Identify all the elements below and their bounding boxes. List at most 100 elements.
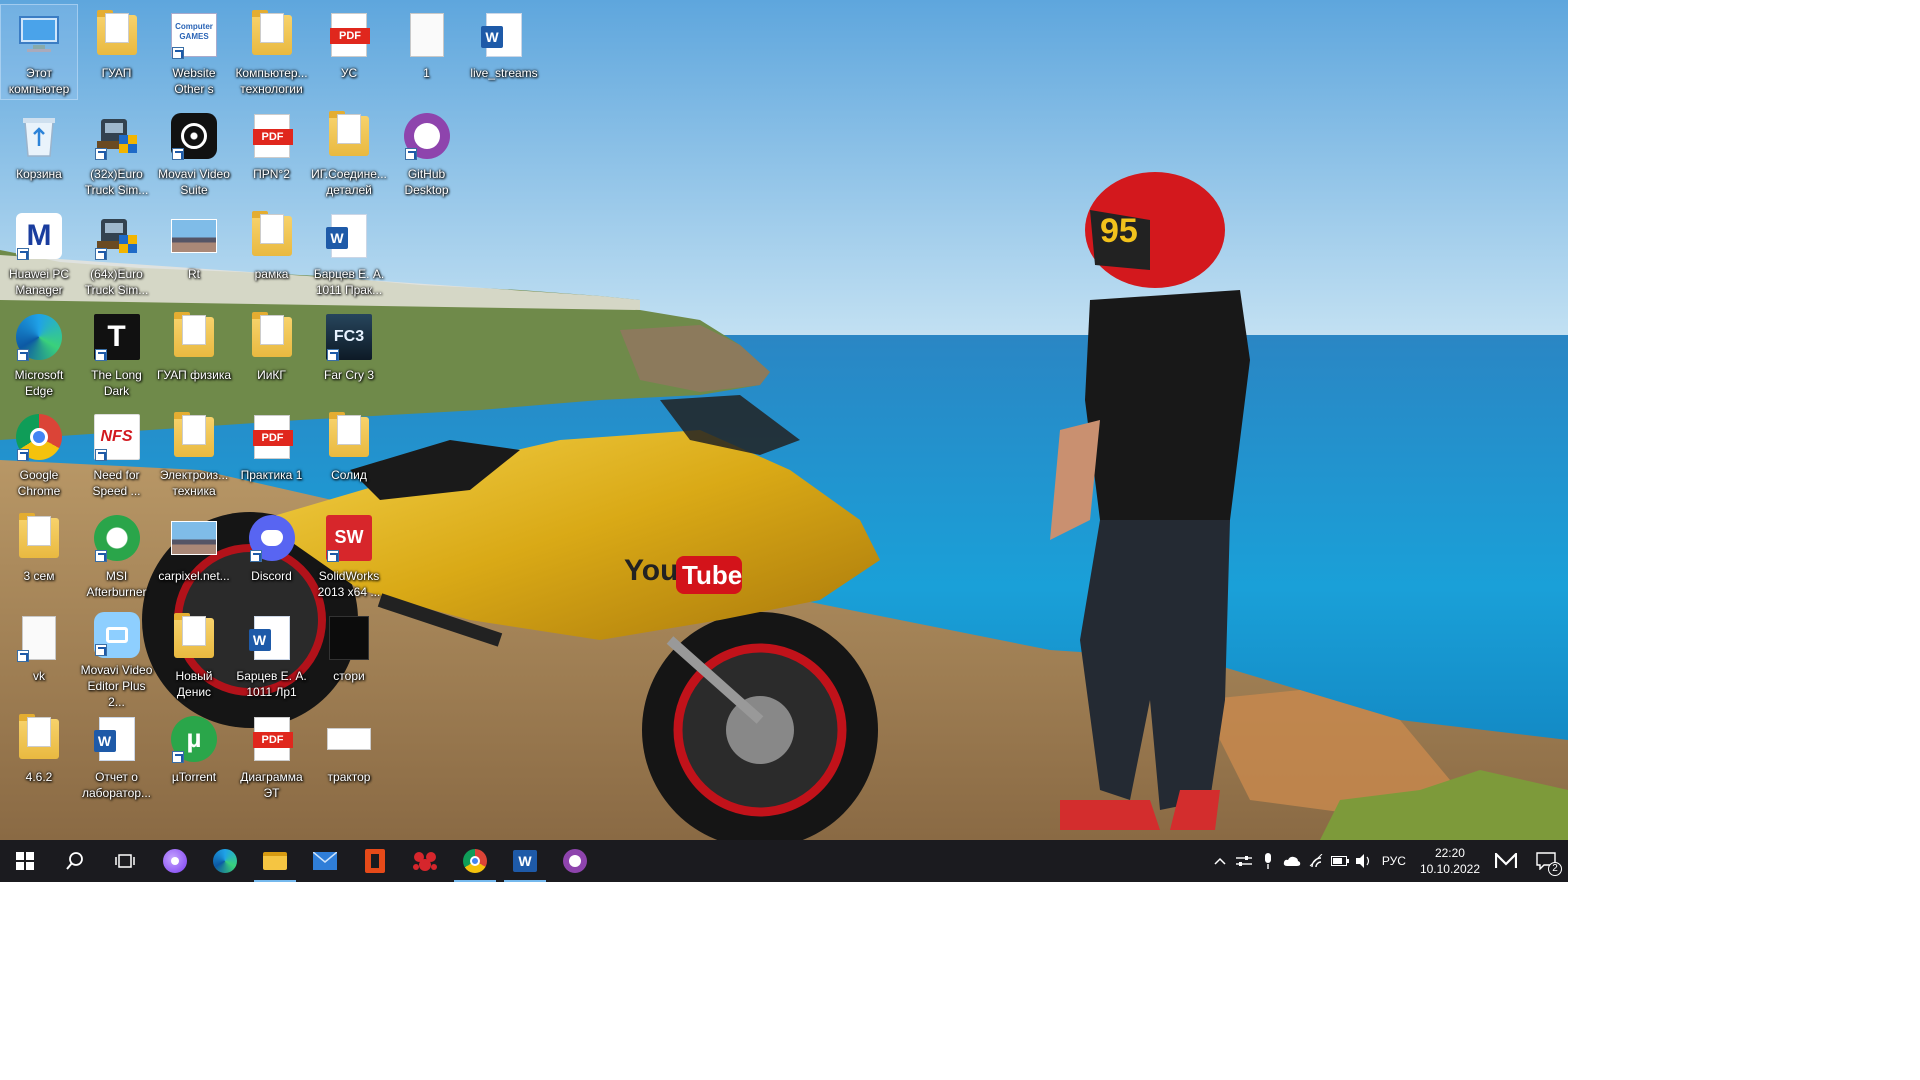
- desktop-icon-label: carpixel.net...: [158, 568, 230, 583]
- desktop-icon-recycle-bin[interactable]: Корзина: [0, 105, 78, 201]
- shortcut-arrow-icon: [94, 248, 107, 260]
- desktop-icon-label: Microsoft Edge: [14, 367, 64, 398]
- bike-text-you: You: [624, 554, 678, 587]
- tray-onedrive-icon[interactable]: [1280, 840, 1304, 882]
- tray-sliders-icon[interactable]: [1232, 840, 1256, 882]
- tray-microphone-icon[interactable]: [1256, 840, 1280, 882]
- taskbar-github-button[interactable]: [550, 840, 600, 882]
- tray-volume-icon[interactable]: [1352, 840, 1376, 882]
- desktop-icon-euro-truck-32[interactable]: (32x)Euro Truck Sim...: [78, 105, 156, 201]
- desktop-icon-label: Диаграмма ЭТ: [240, 769, 303, 800]
- desktop-icon-elektro[interactable]: Электроиз... техника: [155, 406, 233, 502]
- desktop-icon-label: (32x)Euro Truck Sim...: [84, 166, 149, 197]
- start-button[interactable]: [0, 840, 50, 882]
- desktop-icon-nfs[interactable]: NFS Need for Speed ...: [78, 406, 156, 502]
- taskbar-red-app-button[interactable]: [400, 840, 450, 882]
- desktop-icon-label: Электроиз... техника: [159, 468, 229, 498]
- desktop-icon-label: 4.6.2: [25, 769, 53, 784]
- taskbar-edge-button[interactable]: [200, 840, 250, 882]
- shortcut-arrow-icon: [17, 650, 29, 662]
- desktop-icon-ig-soed[interactable]: ИГ.Соедине... деталей: [310, 105, 388, 201]
- tray-battery-icon[interactable]: [1328, 840, 1352, 882]
- shortcut-arrow-icon: [94, 147, 107, 160]
- desktop-icon-long-dark[interactable]: T The Long Dark: [78, 306, 156, 402]
- desktop-icon-stori[interactable]: стори: [310, 607, 388, 703]
- desktop-icon-website-other[interactable]: Computer GAMES Website Other s: [155, 4, 233, 100]
- tray-huawei-m-icon[interactable]: [1488, 840, 1524, 882]
- shortcut-arrow-icon: [17, 248, 29, 260]
- desktop-icon-this-pc[interactable]: Этот компьютер: [0, 4, 78, 100]
- taskbar-mail-button[interactable]: [300, 840, 350, 882]
- desktop-icon-file-1[interactable]: 1: [388, 4, 466, 100]
- taskbar-explorer-button[interactable]: [250, 840, 300, 882]
- desktop-icon-vk[interactable]: vk: [0, 607, 78, 703]
- desktop-icon-label: Барцев Е. А. 1011 Лр1: [236, 669, 307, 699]
- desktop-icon-live-streams[interactable]: Wlive_streams: [465, 4, 543, 100]
- tray-chevron-up-icon[interactable]: [1208, 840, 1232, 882]
- desktop-icon-github-desktop[interactable]: GitHub Desktop: [388, 105, 466, 201]
- desktop-icon-ramka[interactable]: рамка: [233, 205, 311, 301]
- shortcut-arrow-icon: [172, 750, 184, 763]
- desktop-icon-msi[interactable]: MSI Afterburner: [78, 507, 156, 603]
- pdf-icon: PDF: [325, 9, 373, 61]
- desktop-icon-label: live_streams: [470, 66, 538, 80]
- taskbar: W РУС 22:20 10.10.2022 2: [0, 840, 1568, 882]
- desktop-icon-prn2[interactable]: PDF ПРN°2: [233, 105, 311, 201]
- folder-icon: [15, 713, 63, 765]
- desktop-icon-praktika1[interactable]: PDF Практика 1: [233, 406, 311, 502]
- desktop-icon-label: Discord: [251, 568, 292, 583]
- taskbar-word-button[interactable]: W: [500, 840, 550, 882]
- desktop-icon-chrome[interactable]: Google Chrome: [0, 406, 78, 502]
- desktop-icon-huawei-pc[interactable]: M Huawei PC Manager: [0, 205, 78, 301]
- desktop-icon-novy-denis[interactable]: Новый Денис: [155, 607, 233, 703]
- desktop-icon-guap-fizika[interactable]: ГУАП физика: [155, 306, 233, 402]
- desktop-icon-movavi-editor[interactable]: Movavi Video Editor Plus 2...: [78, 607, 156, 709]
- desktop-icon-movavi-suite[interactable]: Movavi Video Suite: [155, 105, 233, 201]
- taskbar-office-button[interactable]: [350, 840, 400, 882]
- discord-icon: [248, 512, 296, 564]
- desktop-icon-traktor[interactable]: трактор: [310, 708, 388, 804]
- desktop-icon-bartsev-lr1[interactable]: W Барцев Е. А. 1011 Лр1: [233, 607, 311, 703]
- shortcut-arrow-icon: [94, 348, 107, 361]
- desktop-icon-label: Барцев Е. А. 1011 Прак...: [313, 267, 385, 297]
- desktop-icon-edge[interactable]: Microsoft Edge: [0, 306, 78, 402]
- desktop-icon-carpixel[interactable]: carpixel.net...: [155, 507, 233, 603]
- desktop-icon-bartsev-prak[interactable]: W Барцев Е. А. 1011 Прак...: [310, 205, 388, 301]
- desktop-icon-v462[interactable]: 4.6.2: [0, 708, 78, 804]
- folder-icon: [325, 110, 373, 162]
- desktop-icon-otchet[interactable]: W Отчет о лаборатор...: [78, 708, 156, 804]
- task-view-button[interactable]: [100, 840, 150, 882]
- clock[interactable]: 22:20 10.10.2022: [1412, 845, 1488, 877]
- desktop-icon-diagramma[interactable]: PDF Диаграмма ЭТ: [233, 708, 311, 804]
- shortcut-arrow-icon: [94, 644, 107, 656]
- desktop-icon-rt[interactable]: Rt: [155, 205, 233, 301]
- desktop-icon-komp-tech[interactable]: Компьютер... технологии: [233, 4, 311, 100]
- taskbar-alice-button[interactable]: [150, 840, 200, 882]
- folder-icon: [263, 852, 287, 870]
- desktop-icon-farcry3[interactable]: FC3 Far Cry 3: [310, 306, 388, 402]
- desktop-icon-solid[interactable]: Солид: [310, 406, 388, 502]
- desktop-icon-solidworks[interactable]: SW SolidWorks 2013 x64 ...: [310, 507, 388, 603]
- desktop-icon-label: ПРN°2: [253, 166, 290, 181]
- desktop-icon-label: УС: [340, 66, 358, 80]
- red-app-icon: [413, 852, 437, 871]
- edge-icon: [213, 849, 237, 873]
- utorrent-icon: µ: [170, 713, 218, 765]
- desktop-icon-utorrent[interactable]: µ µTorrent: [155, 708, 233, 804]
- tray-wifi-icon[interactable]: [1304, 840, 1328, 882]
- desktop-icon-us[interactable]: PDF УС: [310, 4, 388, 100]
- desktop-icon-ikg[interactable]: ИиКГ: [233, 306, 311, 402]
- taskbar-search-button[interactable]: [50, 840, 100, 882]
- desktop-icon-guap[interactable]: ГУАП: [78, 4, 156, 100]
- desktop-icon-euro-truck-64[interactable]: (64x)Euro Truck Sim...: [78, 205, 156, 301]
- photo-icon: [170, 512, 218, 564]
- desktop-icon-discord[interactable]: Discord: [233, 507, 311, 603]
- taskbar-chrome-button[interactable]: [450, 840, 500, 882]
- desktop-icon-label: 3 сем: [23, 568, 55, 583]
- clock-time: 22:20: [1434, 846, 1465, 860]
- movavi-icon: [170, 110, 218, 162]
- desktop-icon-sem3[interactable]: 3 сем: [0, 507, 78, 603]
- chrome-icon: [463, 849, 487, 873]
- notifications-button[interactable]: 2: [1524, 840, 1568, 882]
- language-indicator[interactable]: РУС: [1376, 854, 1412, 868]
